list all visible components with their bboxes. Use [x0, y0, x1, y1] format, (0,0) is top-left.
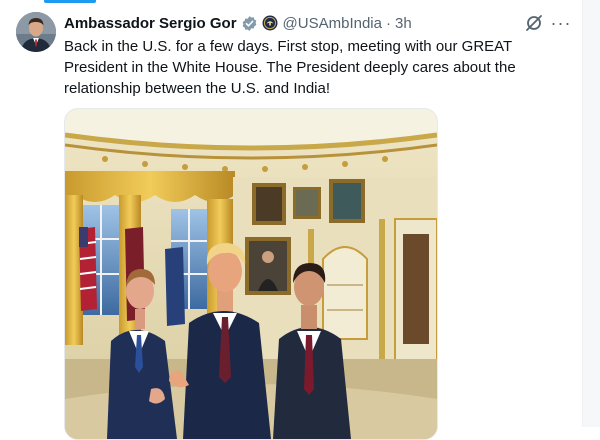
- timestamp[interactable]: 3h: [395, 15, 412, 32]
- user-handle[interactable]: @USAmbIndia: [283, 15, 382, 32]
- tweet-text: Back in the U.S. for a few days. First s…: [64, 38, 516, 97]
- avatar[interactable]: [16, 12, 56, 52]
- grok-icon[interactable]: [523, 12, 545, 34]
- tweet-header: Ambassador Sergio Gor @USAmbIndia · 3h: [64, 13, 412, 33]
- right-rail: [582, 0, 600, 427]
- separator-dot: ·: [385, 14, 391, 32]
- more-icon[interactable]: ···: [551, 12, 571, 34]
- verified-badge-icon[interactable]: [241, 15, 258, 32]
- government-seal-icon: [262, 15, 278, 31]
- display-name[interactable]: Ambassador Sergio Gor: [64, 15, 237, 32]
- tweet-photo[interactable]: [64, 108, 438, 440]
- top-accent-bar: [44, 0, 96, 3]
